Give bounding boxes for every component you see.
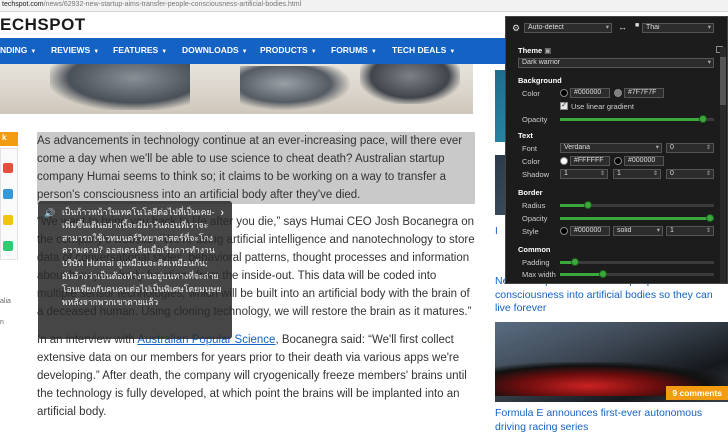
chevron-down-icon: ▼ [161, 49, 168, 55]
color-swatch[interactable] [614, 157, 622, 165]
nav-reviews[interactable]: REVIEWS ▼ [51, 45, 99, 55]
radius-label: Radius [522, 201, 546, 210]
chevron-down-icon: ▼ [93, 49, 100, 55]
text-color-label: Color [522, 157, 540, 166]
font-select[interactable]: Verdana [560, 143, 662, 153]
radius-slider[interactable] [560, 201, 714, 209]
border-opacity-label: Opacity [522, 214, 548, 223]
chevron-down-icon: ▼ [310, 49, 317, 55]
robot-arm-graphic [240, 66, 350, 110]
text-color-input-1[interactable]: #FFFFFF [570, 156, 610, 166]
common-section-label: Common [518, 245, 551, 254]
app-icon [3, 189, 13, 199]
shadow-y-input[interactable]: 1 [613, 169, 661, 179]
nav-forums[interactable]: FORUMS ▼ [331, 45, 377, 55]
bg-color-input-2[interactable]: #7F7F7F [624, 88, 664, 98]
app-icon [3, 163, 13, 173]
theme-section-label: Theme ▣ [518, 46, 552, 55]
gear-icon[interactable]: ⚙ [512, 23, 520, 34]
shadow-blur-input[interactable]: 0 [666, 169, 714, 179]
border-section-label: Border [518, 188, 543, 197]
chevron-down-icon: ▼ [241, 49, 248, 55]
chevron-down-icon: ▼ [449, 49, 456, 55]
url-text[interactable]: techspot.com/news/62932-new-startup-aims… [2, 1, 301, 8]
border-style-label: Style [522, 227, 539, 236]
nav-tech-deals[interactable]: TECH DEALS ▼ [392, 45, 455, 55]
background-section-label: Background [518, 76, 562, 85]
slider-knob[interactable] [706, 214, 714, 222]
color-swatch[interactable] [614, 89, 622, 97]
speaker-icon[interactable]: 🔊 [44, 208, 55, 219]
slider-fill [560, 118, 703, 121]
address-bar[interactable]: techspot.com/news/62932-new-startup-aims… [0, 0, 728, 12]
bg-opacity-label: Opacity [522, 115, 548, 124]
padding-slider[interactable] [560, 258, 714, 266]
source-language-select[interactable]: Auto-detect [524, 23, 612, 33]
slider-knob[interactable] [571, 258, 579, 266]
article-paragraph-selected[interactable]: As advancements in technology continue a… [37, 132, 475, 204]
slider-knob[interactable] [699, 115, 707, 123]
text-color-input-2[interactable]: #000000 [624, 156, 664, 166]
color-swatch[interactable] [560, 89, 568, 97]
gutter-text: alia [0, 298, 11, 305]
slider-knob[interactable] [599, 270, 607, 278]
translation-popup: 🔊 › เป็นก้าวหน้าในเทคโนโลยีต่อไปที่เป็นเ… [38, 201, 232, 339]
padding-label: Padding [522, 258, 550, 267]
nav-products[interactable]: PRODUCTS ▼ [260, 45, 317, 55]
robot-arm-graphic [50, 64, 190, 110]
gradient-checkbox[interactable]: ✓ [560, 102, 568, 110]
scrollbar-thumb[interactable] [720, 57, 726, 105]
story-thumbnail-formula-e[interactable]: 9 comments [495, 322, 728, 402]
swap-languages-icon[interactable]: ↔ [618, 22, 627, 32]
theme-select[interactable]: Dark warrior [518, 58, 714, 68]
bg-color-input-1[interactable]: #000000 [570, 88, 610, 98]
story-headline-fragment[interactable]: I [495, 226, 498, 237]
flag-icon: ■ [635, 22, 640, 29]
border-color-input[interactable]: #000000 [570, 226, 610, 236]
app-icon [3, 215, 13, 225]
border-opacity-slider[interactable] [560, 214, 714, 222]
slider-knob[interactable] [584, 201, 592, 209]
image-icon: ▣ [544, 46, 552, 55]
article-paragraph: In an interview with Australian Popular … [37, 334, 467, 418]
text-section-label: Text [518, 131, 533, 140]
gutter-tag[interactable]: k [0, 132, 18, 146]
shadow-label: Shadow [522, 170, 550, 179]
translator-settings-panel: ⚙ Auto-detect ↔ ■ Thai Theme ▣ Dark warr… [505, 16, 728, 284]
comments-badge[interactable]: 9 comments [666, 386, 728, 400]
chevron-down-icon: ▼ [30, 49, 37, 55]
background-color-label: Color [522, 89, 540, 98]
panel-scrollbar[interactable] [720, 47, 726, 283]
target-language-select[interactable]: Thai [642, 23, 714, 33]
gutter-text: n [0, 319, 4, 326]
nav-trending[interactable]: NDING ▼ [0, 45, 36, 55]
story-title[interactable]: Formula E announces first-ever autonomou… [495, 407, 727, 434]
border-width-input[interactable]: 1 [666, 226, 714, 236]
slider-fill [560, 217, 714, 220]
slider-fill [560, 273, 603, 276]
max-width-slider[interactable] [560, 270, 714, 278]
translated-text: เป็นก้าวหน้าในเทคโนโลยีต่อไปที่เป็นเคย-เ… [62, 208, 222, 308]
hero-image [0, 64, 473, 114]
site-logo[interactable]: ECHSPOT [0, 15, 86, 35]
color-swatch[interactable] [560, 157, 568, 165]
font-size-input[interactable]: 0 [666, 143, 714, 153]
color-swatch[interactable] [560, 227, 568, 235]
max-width-label: Max width [522, 270, 556, 279]
app-icon [3, 241, 13, 251]
bg-opacity-slider[interactable] [560, 115, 714, 123]
shadow-x-input[interactable]: 1 [560, 169, 608, 179]
gutter-card[interactable] [0, 148, 18, 260]
robot-arm-graphic [360, 64, 460, 104]
font-label: Font [522, 144, 538, 153]
border-style-select[interactable]: solid [613, 226, 663, 236]
nav-downloads[interactable]: DOWNLOADS ▼ [182, 45, 248, 55]
chevron-down-icon: ▼ [370, 49, 377, 55]
nav-features[interactable]: FEATURES ▼ [113, 45, 167, 55]
gradient-label: Use linear gradient [571, 102, 634, 111]
